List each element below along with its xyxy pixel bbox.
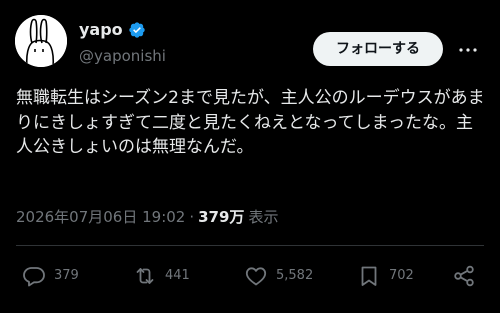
share-icon — [452, 264, 476, 288]
action-bar: 379 441 5,582 702 — [0, 258, 500, 294]
bookmark-count: 702 — [389, 268, 414, 283]
meta-separator: · — [189, 208, 195, 226]
retweet-button[interactable]: 441 — [133, 258, 190, 294]
tweet-meta: 2026年07月06日 19:02 · 379万 表示 — [16, 207, 278, 227]
reply-count: 379 — [54, 268, 79, 283]
bookmark-button[interactable]: 702 — [357, 258, 414, 294]
follow-button[interactable]: フォローする — [313, 32, 443, 66]
retweet-icon — [133, 264, 157, 288]
rabbit-avatar-icon — [15, 15, 67, 67]
bookmark-icon — [357, 264, 381, 288]
share-button[interactable] — [452, 258, 476, 294]
like-button[interactable]: 5,582 — [244, 258, 313, 294]
tweet-timestamp[interactable]: 2026年07月06日 19:02 — [16, 207, 185, 227]
retweet-count: 441 — [165, 268, 190, 283]
author-display-name[interactable]: yapo — [79, 20, 123, 40]
author-handle[interactable]: @yaponishi — [79, 46, 166, 66]
tweet: yapo @yaponishi フォローする 無職転生はシーズン2まで見たが、主… — [0, 0, 500, 313]
avatar[interactable] — [15, 15, 67, 67]
verified-badge-icon — [128, 21, 146, 39]
author-name-row[interactable]: yapo — [79, 20, 146, 40]
more-options-icon[interactable] — [456, 38, 480, 62]
like-icon — [244, 264, 268, 288]
divider — [16, 245, 484, 246]
tweet-text: 無職転生はシーズン2まで見たが、主人公のルーデウスがあまりにきしょすぎて二度と見… — [16, 88, 485, 157]
reply-icon — [22, 264, 46, 288]
views-count: 379万 — [198, 208, 245, 226]
like-count: 5,582 — [276, 268, 314, 283]
reply-button[interactable]: 379 — [22, 258, 79, 294]
views-label: 表示 — [248, 208, 279, 226]
